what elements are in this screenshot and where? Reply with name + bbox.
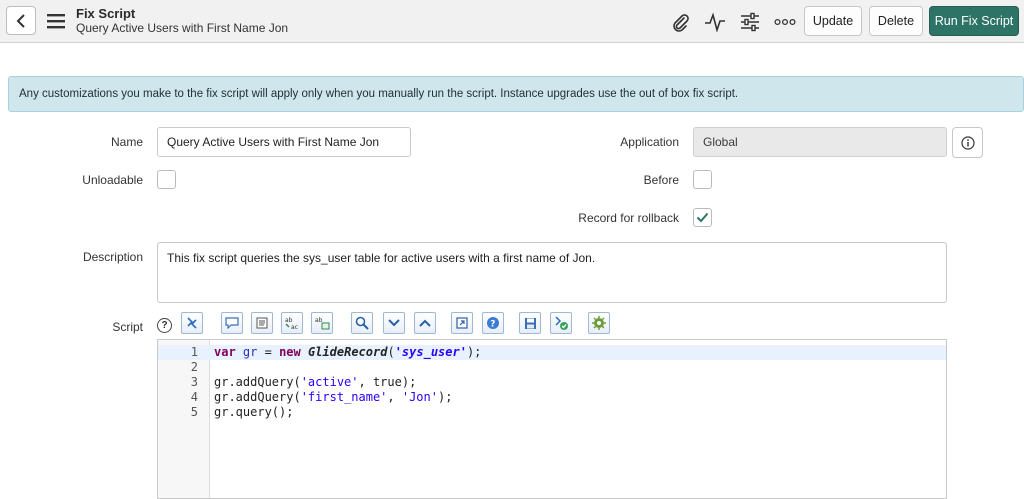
line-number: 3: [190, 375, 198, 389]
save-icon[interactable]: [519, 312, 541, 334]
back-button[interactable]: [6, 6, 36, 35]
rollback-checkbox[interactable]: [693, 208, 712, 227]
replace-icon[interactable]: ab ac: [281, 312, 303, 334]
format-code-icon[interactable]: [251, 312, 273, 334]
hamburger-menu-icon[interactable]: [46, 11, 66, 31]
script-label: Script: [112, 320, 143, 334]
code-line: 3 gr.addQuery('active', true);: [158, 375, 946, 390]
code-line: 5 gr.query();: [158, 405, 946, 420]
svg-text:?: ?: [490, 320, 495, 330]
chevron-left-icon: [16, 13, 25, 28]
svg-text:ac: ac: [291, 324, 298, 330]
name-field[interactable]: Query Active Users with First Name Jon: [157, 127, 411, 157]
description-label: Description: [82, 250, 143, 264]
replace-all-icon[interactable]: ab: [311, 312, 333, 334]
comment-icon[interactable]: [221, 312, 243, 334]
unloadable-label: Unloadable: [82, 173, 143, 187]
rollback-label: Record for rollback: [578, 211, 679, 225]
line-number: 2: [190, 360, 198, 374]
before-label: Before: [643, 173, 679, 187]
search-icon[interactable]: [351, 312, 373, 334]
code-line: 4 gr.addQuery('first_name', 'Jon');: [158, 390, 946, 405]
checkmark-icon: [696, 212, 709, 223]
page-subtitle: Query Active Users with First Name Jon: [76, 21, 289, 35]
debug-icon[interactable]: [588, 312, 610, 334]
code-text: gr.addQuery('first_name', 'Jon');: [214, 390, 453, 404]
svg-text:ab: ab: [285, 317, 293, 324]
script-editor[interactable]: 1 var gr = new GlideRecord('sys_user'); …: [157, 339, 947, 499]
activity-icon[interactable]: [703, 10, 727, 34]
application-field: Global: [693, 127, 947, 157]
code-line: 1 var gr = new GlideRecord('sys_user');: [158, 345, 946, 360]
script-help-button-icon[interactable]: ?: [482, 312, 504, 334]
line-number: 1: [190, 345, 198, 359]
code-line: 2: [158, 360, 946, 375]
script-help-icon[interactable]: ?: [157, 318, 172, 333]
more-icon[interactable]: [773, 10, 797, 34]
application-info-button[interactable]: [952, 127, 983, 158]
description-field[interactable]: This fix script queries the sys_user tab…: [157, 242, 947, 303]
title-block: Fix Script Query Active Users with First…: [76, 6, 288, 35]
page-title: Fix Script: [76, 6, 136, 21]
info-banner: Any customizations you make to the fix s…: [8, 76, 1024, 112]
find-next-icon[interactable]: [383, 312, 405, 334]
code-text: gr.addQuery('active', true);: [214, 375, 417, 389]
before-checkbox[interactable]: [693, 170, 712, 189]
line-number: 5: [190, 405, 198, 419]
unloadable-checkbox[interactable]: [157, 170, 176, 189]
paperclip-icon[interactable]: [668, 10, 692, 34]
delete-button[interactable]: Delete: [869, 6, 923, 36]
run-fix-script-button[interactable]: Run Fix Script: [929, 6, 1019, 36]
syntax-check-icon[interactable]: [550, 312, 572, 334]
update-button[interactable]: Update: [804, 6, 862, 36]
find-previous-icon[interactable]: [414, 312, 436, 334]
name-label: Name: [110, 135, 143, 149]
fullscreen-icon[interactable]: [451, 312, 473, 334]
line-number: 4: [190, 390, 198, 404]
form-header: Fix Script Query Active Users with First…: [0, 0, 1024, 43]
code-text: gr.query();: [214, 405, 294, 419]
sliders-icon[interactable]: [738, 10, 762, 34]
toggle-syntax-icon[interactable]: [181, 312, 203, 334]
info-icon: [960, 135, 975, 150]
application-label: Application: [620, 135, 679, 149]
code-text: var gr = new GlideRecord('sys_user');: [214, 345, 482, 359]
